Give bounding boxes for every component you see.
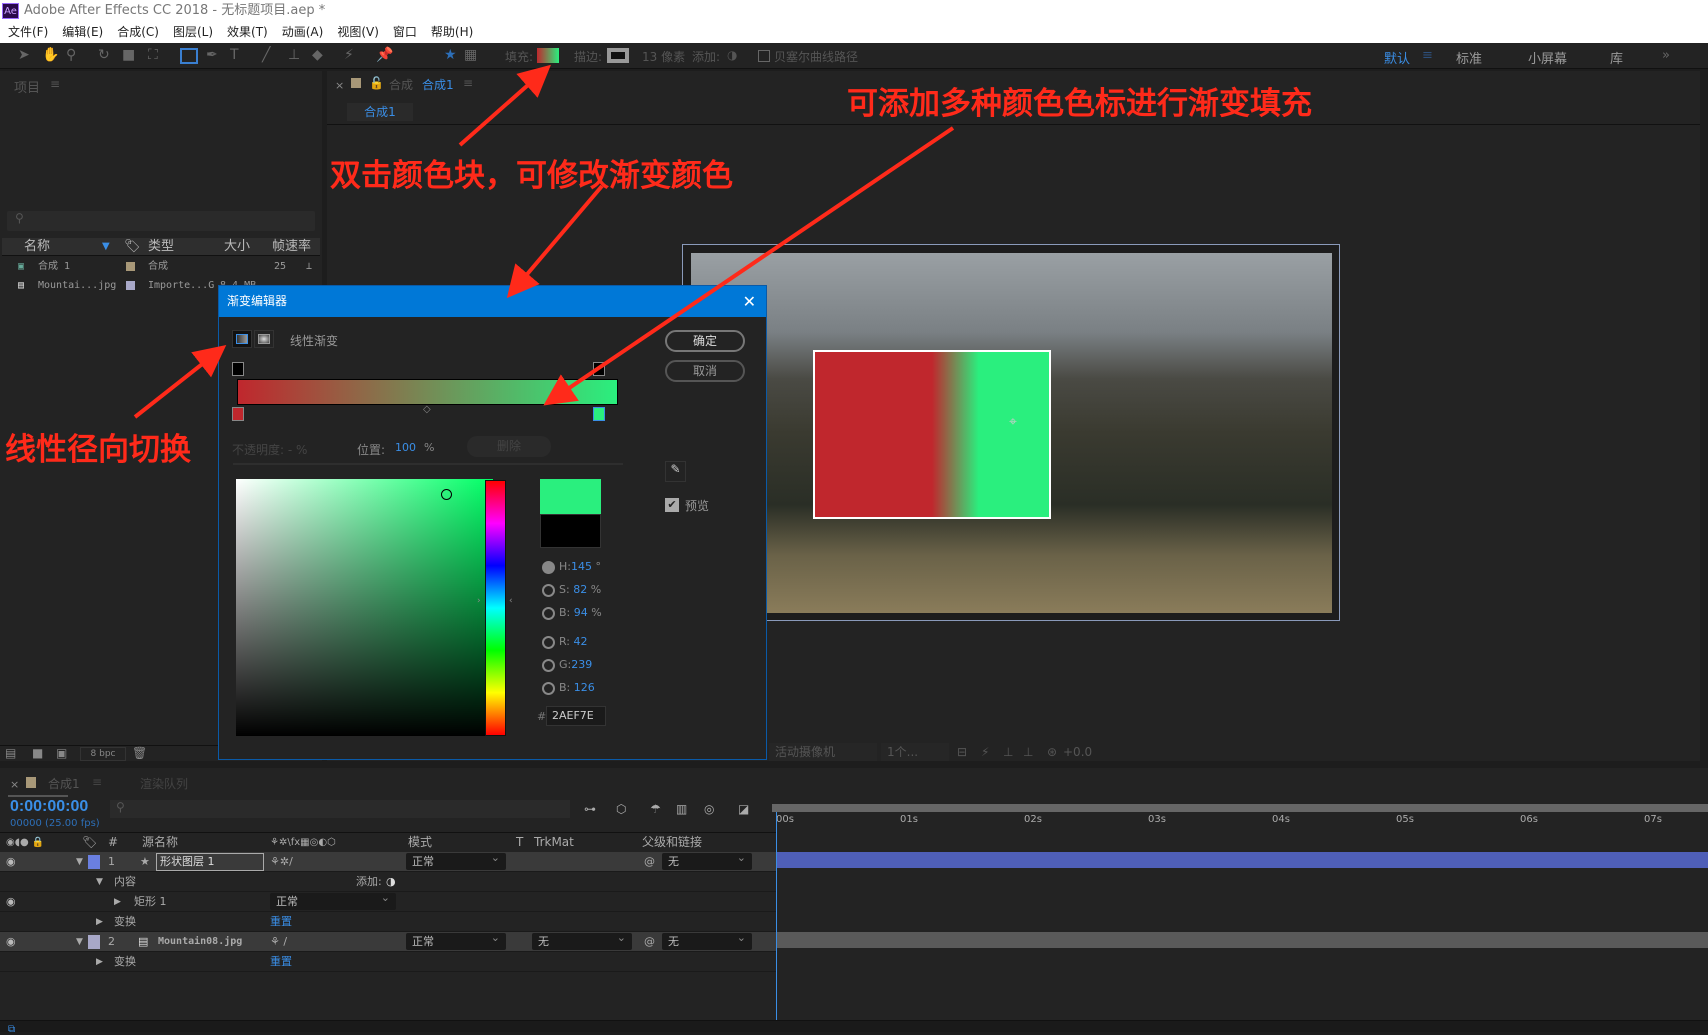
annotation-double-click: 双击颜色块，可修改渐变颜色: [330, 158, 733, 194]
annotation-add-stops: 可添加多种颜色色标进行渐变填充: [847, 86, 1312, 122]
arrow-to-gradient-type: [133, 345, 227, 419]
arrow-to-fill-swatch: [458, 64, 551, 147]
annotation-arrows: [133, 64, 955, 419]
arrow-to-gradient-bar: [506, 184, 604, 299]
annotation-linear-radial: 线性径向切换: [5, 432, 191, 468]
